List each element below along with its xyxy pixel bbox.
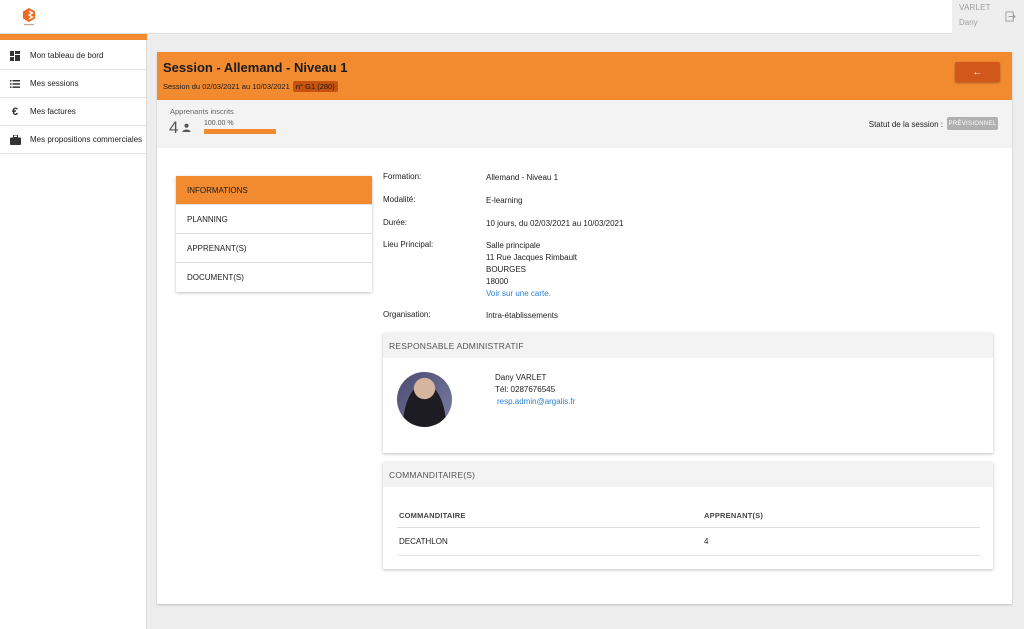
page-title: Session - Allemand - Niveau 1 — [163, 60, 348, 75]
table-header: COMMANDITAIRE APPRENANT(S) — [397, 503, 980, 528]
address-line: 18000 — [486, 277, 509, 286]
sidebar-item-label: Mon tableau de bord — [30, 51, 104, 60]
top-bar: VARLET Dany — [0, 0, 1024, 34]
euro-icon: € — [11, 105, 19, 118]
session-number-badge: n° G1 (280) — [292, 81, 338, 92]
learners-label: Apprenants inscrits — [170, 107, 234, 116]
sidebar-item-dashboard[interactable]: Mon tableau de bord — [0, 42, 146, 70]
session-status-label: Statut de la session : — [868, 120, 943, 129]
session-header: Session - Allemand - Niveau 1 Session du… — [157, 52, 1012, 100]
back-button[interactable]: ← — [955, 62, 1000, 82]
user-last-name: VARLET — [959, 3, 991, 12]
learners-progress-fill — [204, 129, 276, 134]
sidebar-item-sessions[interactable]: Mes sessions — [0, 70, 146, 98]
commanditaires-card: COMMANDITAIRE(S) COMMANDITAIRE APPRENANT… — [383, 462, 993, 569]
address-line: 11 Rue Jacques Rimbault — [486, 253, 578, 262]
sidebar-item-propositions[interactable]: Mes propositions commerciales — [0, 126, 146, 154]
session-card: Session - Allemand - Niveau 1 Session du… — [157, 52, 1012, 604]
briefcase-icon — [9, 134, 21, 146]
commanditaires-table: COMMANDITAIRE APPRENANT(S) DECATHLON 4 — [397, 503, 980, 556]
person-icon — [182, 123, 191, 132]
contact-phone: Tél: 0287676545 — [495, 385, 556, 394]
tab-documents[interactable]: DOCUMENT(S) — [176, 263, 372, 292]
map-link[interactable]: Voir sur une carte. — [486, 288, 786, 300]
session-tabs: INFORMATIONS PLANNING APPRENANT(S) DOCUM… — [176, 176, 372, 292]
sidebar-item-factures[interactable]: € Mes factures — [0, 98, 146, 126]
logo-icon[interactable] — [21, 7, 37, 27]
sidebar-nav: Mon tableau de bord Mes sessions € Mes f… — [0, 42, 146, 154]
info-label: Durée: — [383, 218, 408, 227]
list-icon — [9, 78, 21, 90]
table-row: DECATHLON 4 — [397, 528, 980, 556]
contact-name: Dany VARLET — [495, 373, 547, 382]
logout-icon[interactable] — [1005, 11, 1016, 22]
column-header: APPRENANT(S) — [704, 510, 764, 520]
status-badge: PRÉVISIONNEL — [947, 117, 998, 130]
session-dates: Session du 02/03/2021 au 10/03/2021 n° G… — [163, 81, 338, 92]
session-dates-text: Session du 02/03/2021 au 10/03/2021 — [163, 82, 290, 91]
card-title: RESPONSABLE ADMINISTRATIF — [383, 333, 993, 358]
responsable-card: RESPONSABLE ADMINISTRATIF Dany VARLET Té… — [383, 333, 993, 453]
sidebar: Mon tableau de bord Mes sessions € Mes f… — [0, 34, 147, 629]
info-address: Salle principale 11 Rue Jacques Rimbault… — [486, 240, 786, 300]
sidebar-item-label: Mes propositions commerciales — [30, 135, 143, 144]
contact-email-link[interactable]: resp.admin@argalis.fr — [497, 397, 575, 406]
tab-apprenants[interactable]: APPRENANT(S) — [176, 234, 372, 263]
address-line: Salle principale — [486, 241, 541, 250]
column-header: COMMANDITAIRE — [399, 510, 466, 520]
arrow-left-icon: ← — [972, 66, 983, 78]
sidebar-item-label: Mes factures — [30, 107, 76, 116]
learners-progress-bar — [204, 129, 276, 134]
card-title: COMMANDITAIRE(S) — [383, 462, 993, 487]
avatar — [397, 372, 452, 427]
info-value: Intra-établissements — [486, 311, 559, 320]
info-label: Organisation: — [383, 310, 431, 319]
info-value: E-learning — [486, 196, 523, 205]
user-menu[interactable]: VARLET Dany — [952, 0, 1024, 34]
info-label: Lieu Principal: — [383, 240, 434, 249]
info-label: Modalité: — [383, 195, 416, 204]
info-value: Allemand - Niveau 1 — [486, 173, 559, 182]
learners-percent: 100.00 % — [204, 120, 234, 127]
table-cell: DECATHLON — [399, 537, 448, 546]
user-first-name: Dany — [959, 18, 978, 27]
info-value: 10 jours, du 02/03/2021 au 10/03/2021 — [486, 219, 624, 228]
table-cell: 4 — [704, 537, 709, 546]
sidebar-accent-bar — [0, 34, 147, 40]
tab-planning[interactable]: PLANNING — [176, 205, 372, 234]
tab-informations[interactable]: INFORMATIONS — [176, 176, 372, 205]
info-label: Formation: — [383, 172, 422, 181]
sidebar-item-label: Mes sessions — [30, 79, 79, 88]
address-line: BOURGES — [486, 265, 527, 274]
stats-bar: Apprenants inscrits 4 100.00 % Statut de… — [157, 100, 1012, 148]
learners-count: 4 — [169, 118, 179, 137]
dashboard-icon — [9, 50, 21, 62]
